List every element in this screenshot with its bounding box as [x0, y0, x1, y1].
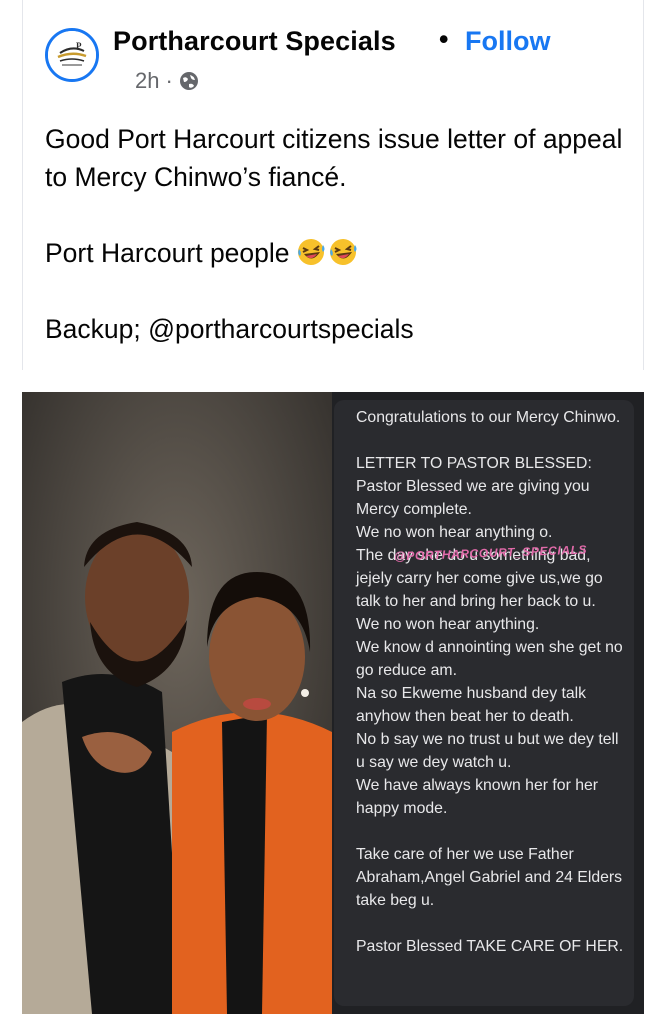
- emoji-group: [296, 237, 358, 267]
- laughing-tears-emoji-icon: [329, 239, 357, 265]
- letter-panel: Congratulations to our Mercy Chinwo. LET…: [334, 400, 634, 1006]
- follow-button[interactable]: Follow: [465, 26, 550, 57]
- letter-text: Congratulations to our Mercy Chinwo. LET…: [356, 409, 624, 955]
- globe-icon: [179, 72, 198, 90]
- post-header: P Portharcourt Specials • Follow 2h ·: [45, 18, 635, 93]
- post-time[interactable]: 2h: [135, 68, 159, 94]
- post-image[interactable]: Congratulations to our Mercy Chinwo. LET…: [22, 392, 644, 1014]
- post-body: Good Port Harcourt citizens issue letter…: [45, 120, 635, 348]
- post-text-line: Good Port Harcourt citizens issue letter…: [45, 124, 623, 192]
- header-separator: •: [439, 24, 449, 54]
- svg-text:P: P: [76, 41, 82, 51]
- post-meta: 2h ·: [135, 68, 199, 94]
- page-name[interactable]: Portharcourt Specials: [113, 26, 396, 57]
- couple-photo: [22, 392, 332, 1014]
- post-text-line: Port Harcourt people: [45, 234, 635, 272]
- post-text-span: Port Harcourt people: [45, 238, 290, 268]
- meta-dot: ·: [165, 68, 173, 93]
- laughing-tears-emoji-icon: [297, 239, 325, 265]
- page-avatar[interactable]: P: [45, 28, 99, 82]
- page-logo-icon: P: [48, 31, 96, 79]
- post-card: P Portharcourt Specials • Follow 2h · Go…: [22, 0, 644, 370]
- post-text-line: Backup; @portharcourtspecials: [45, 314, 414, 344]
